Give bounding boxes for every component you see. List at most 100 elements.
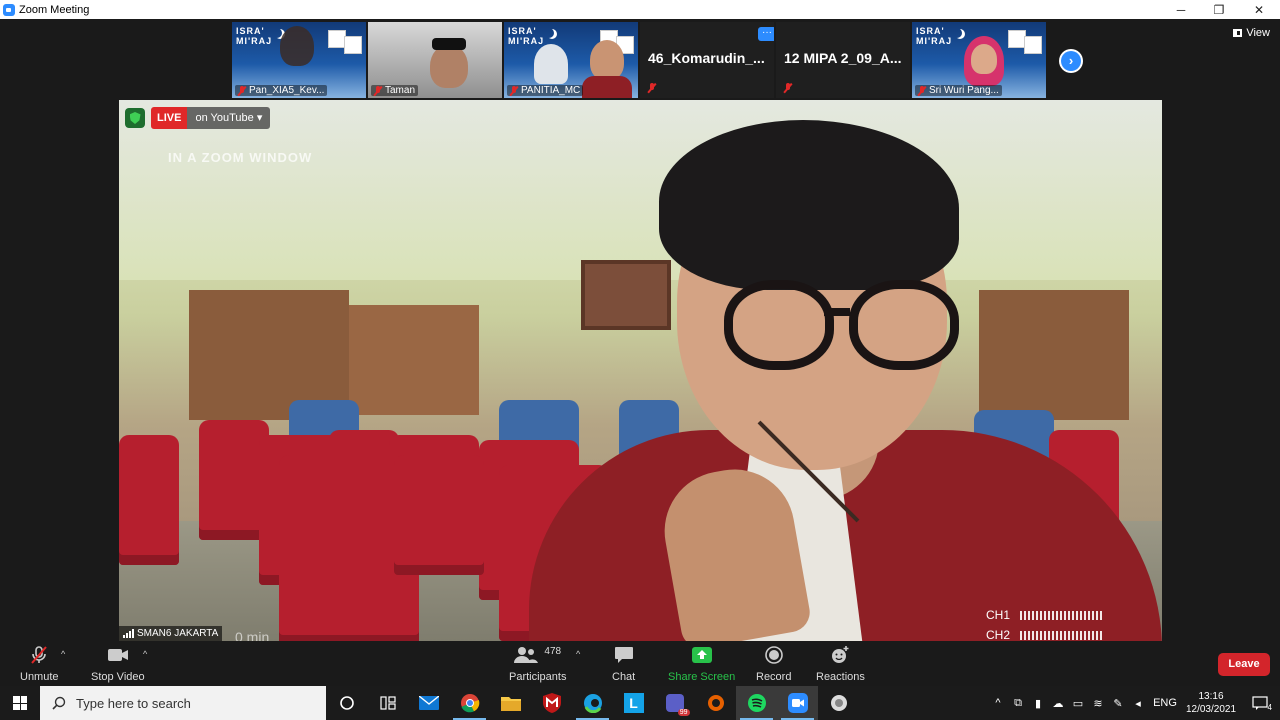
wifi-icon[interactable]: ≋ (1088, 697, 1108, 710)
volume-icon[interactable]: ◂ (1128, 697, 1148, 710)
signal-bars-icon (123, 629, 134, 638)
cap (432, 38, 466, 50)
edge-app[interactable] (572, 686, 613, 720)
misc-app[interactable] (818, 686, 859, 720)
active-speaker-video: LIVE on YouTube ▾ IN A ZOOM WINDOW CH1 C… (119, 100, 1162, 641)
battery-icon[interactable]: ▭ (1068, 697, 1088, 710)
cabinet (349, 305, 479, 415)
cortana-icon (339, 696, 354, 710)
teams-icon: 99 (665, 694, 690, 716)
audio-meter (1020, 610, 1102, 620)
camera-tray-icon[interactable]: ⧉ (1008, 697, 1028, 710)
record-label: Record (756, 671, 792, 683)
participant-strip: ISRA' MI'RAJ Pan_XIA5_Kev... Taman ISRA' M… (232, 22, 1046, 98)
poster-title: ISRA' (236, 26, 265, 36)
taskbar-search-box[interactable]: Type here to search (40, 686, 326, 720)
leave-button[interactable]: Leave (1218, 653, 1270, 676)
record-icon (764, 645, 784, 665)
close-button[interactable]: ✕ (1239, 0, 1279, 19)
poster-title: ISRA' (508, 26, 537, 36)
clock[interactable]: 13:16 12/03/2021 (1182, 690, 1240, 716)
notification-icon (1252, 696, 1268, 710)
mic-muted-icon (29, 645, 49, 665)
participants-count: 478 (544, 645, 562, 657)
cloud-tray-icon[interactable]: ☁ (1048, 697, 1068, 710)
mic-muted-icon (648, 83, 656, 93)
participant-face (971, 44, 997, 74)
participant-thumbnail[interactable]: 12 MIPA 2_09_A... (776, 22, 910, 98)
clock-date: 12/03/2021 (1185, 704, 1237, 715)
language-indicator[interactable]: ENG (1148, 697, 1182, 709)
stop-video-label: Stop Video (91, 671, 145, 683)
browser-icon (707, 695, 724, 711)
reactions-button[interactable]: Reactions (816, 645, 865, 683)
record-button[interactable]: Record (756, 645, 791, 683)
chat-label: Chat (612, 671, 636, 683)
share-screen-icon (691, 645, 713, 665)
participants-button[interactable]: 478 Participants (509, 645, 566, 684)
chat-button[interactable]: Chat (612, 645, 635, 683)
search-placeholder: Type here to search (76, 695, 191, 711)
chevron-right-icon: › (1061, 51, 1081, 71)
firefox-like-app[interactable] (695, 686, 736, 720)
poster-title: MI'RAJ (508, 36, 545, 46)
zoom-icon (787, 693, 808, 713)
pen-icon[interactable]: ✎ (1108, 697, 1128, 710)
cortana-button[interactable] (326, 686, 367, 720)
audio-options-caret[interactable]: ^ (61, 649, 65, 659)
next-page-button[interactable]: › (1059, 49, 1083, 73)
share-screen-button[interactable]: Share Screen (668, 645, 735, 683)
microphone-tray-icon[interactable]: ▮ (1028, 697, 1048, 710)
participant-thumbnail[interactable]: ··· 46_Komarudin_... (640, 22, 774, 98)
mail-app[interactable] (408, 686, 449, 720)
notification-count: 4 (1267, 703, 1272, 712)
speaker-person (529, 100, 1162, 641)
teams-badge: 99 (677, 709, 690, 716)
show-hidden-icons-chevron-icon[interactable]: ^ (988, 697, 1008, 709)
teams-app[interactable]: 99 (654, 686, 695, 720)
participant-thumbnail[interactable]: ISRA' MI'RAJ Sri Wuri Pang... (912, 22, 1046, 98)
chat-bubble-icon (614, 645, 634, 665)
start-button[interactable] (0, 686, 40, 720)
file-explorer-app[interactable] (490, 686, 531, 720)
participants-options-caret[interactable]: ^ (576, 649, 580, 659)
task-view-icon (379, 696, 396, 710)
view-label: View (1246, 27, 1270, 39)
spotify-app[interactable] (736, 686, 777, 720)
moon-icon (952, 28, 962, 38)
mcafee-app[interactable] (531, 686, 572, 720)
stop-video-button[interactable]: Stop Video (91, 645, 145, 683)
watermark-fragment: 0 min (235, 629, 270, 641)
mic-muted-icon (784, 83, 792, 93)
video-options-caret[interactable]: ^ (143, 649, 147, 659)
unmute-button[interactable]: Unmute (20, 645, 59, 683)
audio-meter (1020, 630, 1102, 640)
action-center-button[interactable]: 4 (1240, 696, 1280, 712)
poster-title: ISRA' (916, 26, 945, 36)
moon-icon (544, 28, 554, 38)
live-stream-indicator[interactable]: LIVE on YouTube ▾ (151, 107, 271, 129)
clock-time: 13:16 (1198, 691, 1224, 702)
mic-muted-icon (918, 85, 926, 96)
more-options-button[interactable]: ··· (758, 27, 774, 41)
participant-face (590, 40, 624, 80)
zoom-app[interactable] (777, 686, 818, 720)
chrome-app[interactable] (449, 686, 490, 720)
minimize-button[interactable]: ─ (1161, 0, 1201, 19)
spotify-icon (747, 694, 766, 712)
search-icon (52, 696, 66, 710)
participant-name: PANITIA_MC (521, 85, 581, 96)
participant-thumbnail[interactable]: Taman (368, 22, 502, 98)
participant-thumbnail[interactable]: ISRA' MI'RAJ PANITIA_MC (504, 22, 638, 98)
participant-name: Sri Wuri Pang... (929, 85, 999, 96)
task-view-button[interactable] (367, 686, 408, 720)
view-button[interactable]: View (1233, 27, 1270, 39)
l-app[interactable]: L (613, 686, 654, 720)
live-badge: LIVE (151, 107, 188, 129)
participant-thumbnail[interactable]: ISRA' MI'RAJ Pan_XIA5_Kev... (232, 22, 366, 98)
participant-name: Taman (385, 85, 416, 96)
restore-button[interactable]: ❐ (1199, 0, 1239, 19)
windows-logo-icon (13, 696, 27, 710)
encryption-shield-icon[interactable] (125, 108, 145, 128)
channel-label: CH2 (985, 628, 1010, 641)
